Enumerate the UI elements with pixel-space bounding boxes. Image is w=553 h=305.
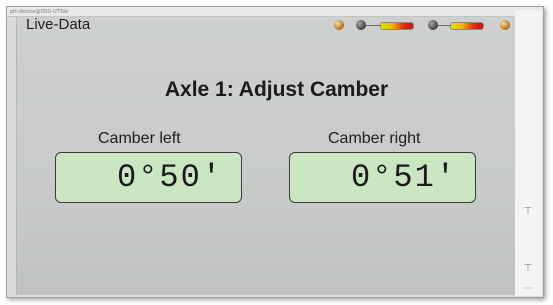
- camber-right-value: 0°51': [289, 152, 476, 203]
- app-title: Live-Data: [26, 16, 91, 33]
- page-title: Axle 1: Adjust Camber: [164, 78, 389, 101]
- battery-gauge-icon[interactable]: [380, 22, 414, 30]
- pin-icon[interactable]: ⊤: [521, 205, 535, 219]
- dark-indicator-icon[interactable]: [356, 20, 366, 30]
- more-icon[interactable]: ⋯: [521, 282, 535, 296]
- camber-left-label: Camber left: [98, 130, 181, 147]
- pin-icon[interactable]: ⊤: [521, 262, 535, 276]
- sun-indicator-icon[interactable]: [334, 20, 344, 30]
- camber-right-label: Camber right: [328, 130, 421, 147]
- dark-indicator-icon[interactable]: [428, 20, 438, 30]
- battery-gauge-icon[interactable]: [450, 22, 484, 30]
- right-rail: ⊤ ⊤ ⋯: [515, 10, 542, 296]
- sun-indicator-icon[interactable]: [500, 20, 510, 30]
- connector-line: [366, 25, 380, 26]
- connector-line: [438, 25, 450, 26]
- camber-left-value: 0°50': [55, 152, 242, 203]
